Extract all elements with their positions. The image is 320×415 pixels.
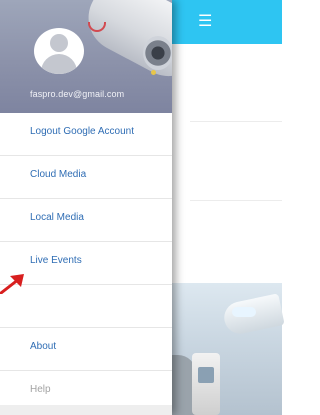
menu-item-about[interactable]: About bbox=[0, 328, 172, 371]
drawer-header: faspro.dev@gmail.com bbox=[0, 0, 172, 113]
lamp-glow bbox=[232, 307, 256, 317]
menu-item-label: Help bbox=[30, 384, 51, 395]
device-screen bbox=[198, 367, 214, 383]
drawer-footer bbox=[0, 405, 172, 415]
avatar-body bbox=[41, 54, 77, 74]
menu-item-local-media[interactable]: Local Media bbox=[0, 199, 172, 242]
camera-led bbox=[151, 70, 156, 75]
avatar-head bbox=[50, 34, 68, 52]
divider bbox=[190, 121, 282, 122]
drawer-menu: Logout Google Account Cloud Media Local … bbox=[0, 113, 172, 414]
menu-item-cloud-media[interactable]: Cloud Media bbox=[0, 156, 172, 199]
user-email: faspro.dev@gmail.com bbox=[30, 89, 125, 99]
red-arrow-icon bbox=[0, 274, 24, 294]
navigation-drawer: faspro.dev@gmail.com Logout Google Accou… bbox=[0, 0, 172, 415]
divider bbox=[190, 200, 282, 201]
menu-item-label: Local Media bbox=[30, 212, 84, 223]
menu-item-label: Cloud Media bbox=[30, 169, 87, 180]
menu-item-label: About bbox=[30, 341, 57, 352]
app-bar: ☰ bbox=[172, 0, 282, 44]
menu-item-label: Live Events bbox=[30, 255, 82, 266]
user-avatar-icon[interactable] bbox=[34, 28, 84, 74]
menu-item-label: Logout Google Account bbox=[30, 126, 134, 137]
background-photo bbox=[166, 283, 285, 415]
hamburger-icon[interactable]: ☰ bbox=[198, 14, 212, 30]
camera-lens bbox=[143, 36, 172, 70]
app-screen: ☰ bbox=[166, 0, 285, 415]
menu-item-logout[interactable]: Logout Google Account bbox=[0, 113, 172, 156]
device-shape bbox=[192, 353, 220, 415]
